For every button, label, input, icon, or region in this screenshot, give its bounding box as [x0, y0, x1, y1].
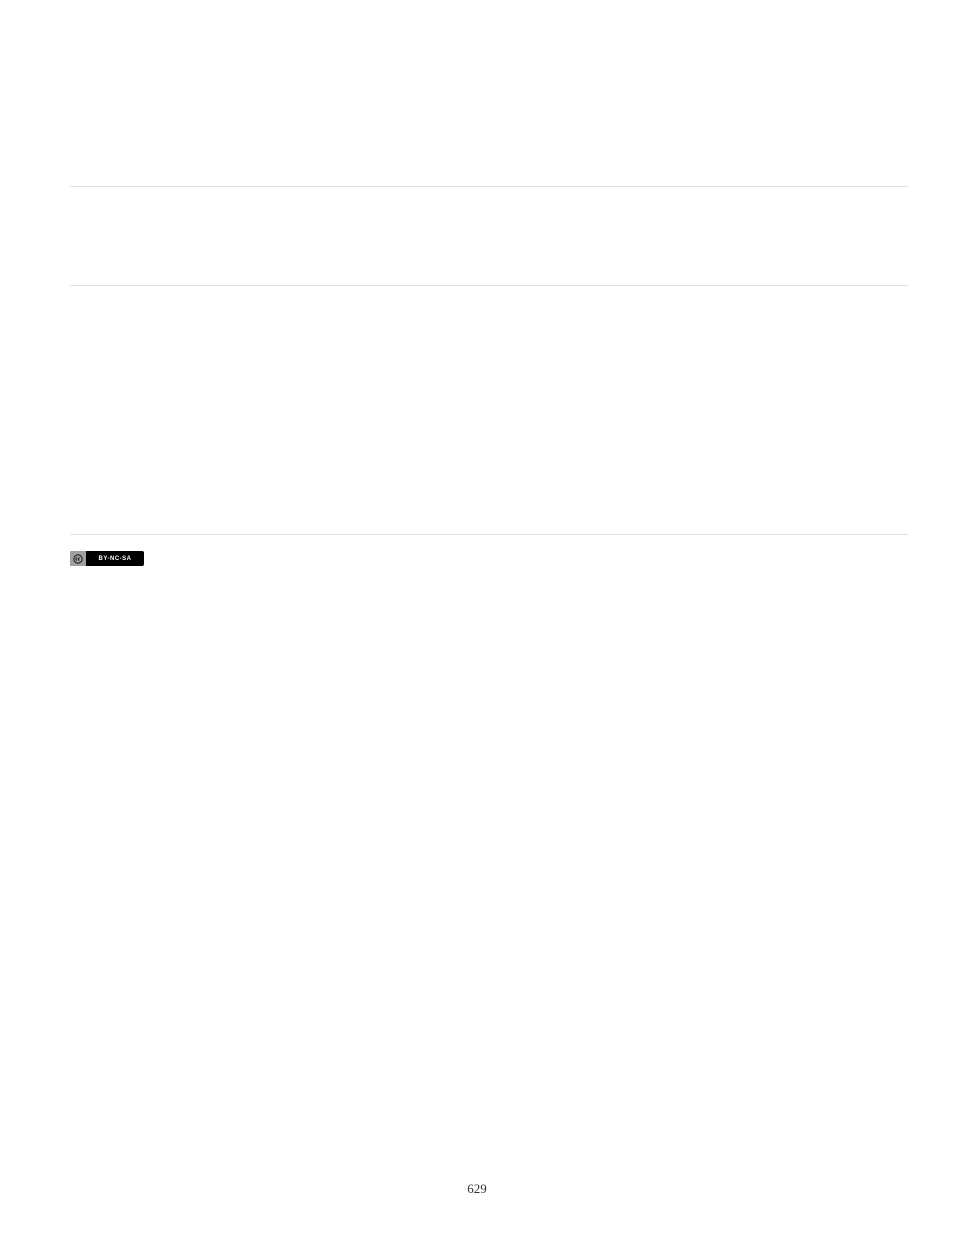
cc-license-badge: BY-NC-SA	[70, 551, 144, 566]
page-number: 629	[0, 1181, 954, 1197]
horizontal-rule	[70, 186, 908, 187]
horizontal-rule	[70, 285, 908, 286]
horizontal-rule	[70, 534, 908, 535]
cc-license-label: BY-NC-SA	[86, 556, 144, 562]
cc-icon	[70, 551, 86, 566]
document-page: BY-NC-SA 629	[0, 0, 954, 1235]
